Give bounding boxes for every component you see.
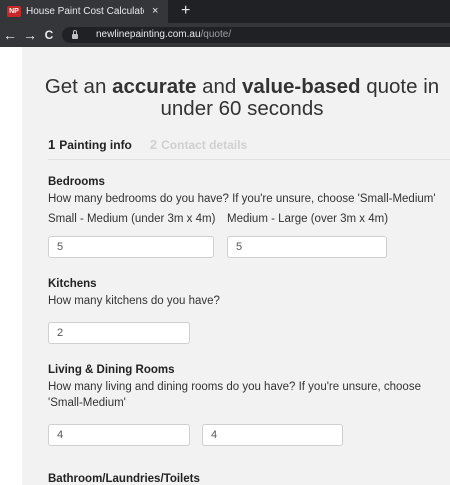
- bedrooms-small-label: Small - Medium (under 3m x 4m): [48, 213, 216, 225]
- close-tab-icon[interactable]: ×: [152, 0, 158, 23]
- new-tab-icon[interactable]: +: [181, 0, 190, 23]
- tab-strip: NP House Paint Cost Calculator | Inst × …: [0, 0, 450, 23]
- back-icon[interactable]: ←: [2, 23, 18, 47]
- bathrooms-title: Bathroom/Laundries/Toilets: [48, 473, 200, 485]
- living-large-input[interactable]: 4: [202, 424, 343, 446]
- tab-title: House Paint Cost Calculator | Inst: [26, 6, 144, 17]
- bedrooms-title: Bedrooms: [48, 176, 105, 188]
- step-painting-info[interactable]: 1 Painting info: [48, 137, 132, 152]
- living-dining-title: Living & Dining Rooms: [48, 364, 175, 376]
- url-field[interactable]: newlinepainting.com.au/quote/: [62, 27, 450, 43]
- browser-tab[interactable]: NP House Paint Cost Calculator | Inst ×: [0, 0, 168, 23]
- forward-icon[interactable]: →: [22, 23, 38, 47]
- reload-icon[interactable]: C: [41, 23, 57, 47]
- bedrooms-large-input[interactable]: 5: [227, 236, 387, 258]
- lock-icon: [72, 30, 78, 39]
- page-title: Get an accurate and value-based quote in…: [44, 75, 440, 120]
- left-margin: [0, 47, 22, 485]
- kitchens-title: Kitchens: [48, 278, 97, 290]
- bedrooms-description: How many bedrooms do you have? If you're…: [48, 193, 436, 205]
- url-text: newlinepainting.com.au/quote/: [96, 29, 232, 40]
- bedrooms-small-input[interactable]: 5: [48, 236, 214, 258]
- kitchens-description: How many kitchens do you have?: [48, 295, 220, 307]
- living-dining-description: How many living and dining rooms do you …: [48, 381, 421, 409]
- step-divider: [48, 159, 450, 160]
- site-favicon-icon: NP: [7, 6, 21, 17]
- bedrooms-large-label: Medium - Large (over 3m x 4m): [227, 213, 389, 225]
- kitchens-input[interactable]: 2: [48, 322, 190, 344]
- address-bar: ← → C newlinepainting.com.au/quote/: [0, 23, 450, 47]
- step-contact-details[interactable]: 2 Contact details: [150, 137, 247, 152]
- step-indicator: 1 Painting info 2 Contact details: [48, 137, 247, 152]
- living-small-input[interactable]: 4: [48, 424, 190, 446]
